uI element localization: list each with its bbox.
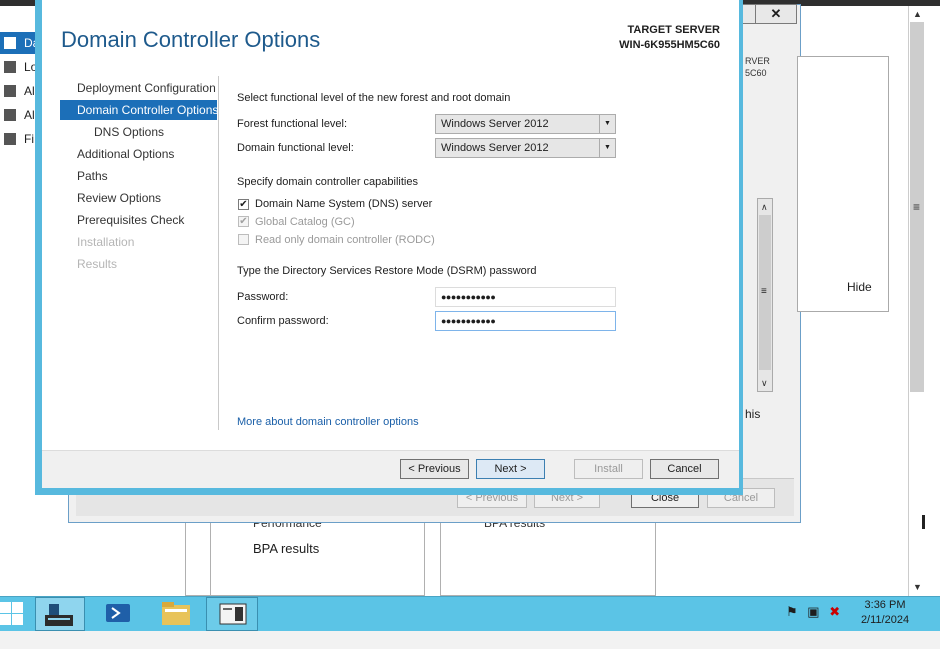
rodc-label: Read only domain controller (RODC) — [255, 234, 435, 246]
confirm-password-label: Confirm password: — [237, 315, 329, 327]
dsrm-heading: Type the Directory Services Restore Mode… — [237, 265, 537, 277]
back-scroll-down-icon[interactable]: ∨ — [761, 378, 768, 389]
nav-item-all-servers[interactable]: Al — [0, 80, 40, 102]
powershell-icon[interactable] — [92, 597, 144, 631]
forest-level-select[interactable]: Windows Server 2012 ▼ — [435, 114, 616, 134]
window-edge — [926, 6, 940, 596]
back-dialog-maximize-button[interactable] — [742, 4, 756, 24]
scroll-down-icon[interactable]: ▼ — [913, 582, 922, 592]
global-catalog-label: Global Catalog (GC) — [255, 216, 355, 228]
network-icon[interactable]: ▣ — [807, 604, 819, 619]
back-dialog-close-button[interactable]: ✕ — [755, 4, 797, 24]
cancel-button[interactable]: Cancel — [650, 459, 719, 479]
chevron-down-icon[interactable]: ▼ — [599, 139, 615, 157]
dns-server-checkbox[interactable]: ✔ — [238, 199, 249, 210]
wizard-nav-additional-options[interactable]: Additional Options — [77, 144, 174, 164]
server-manager-icon[interactable] — [35, 597, 85, 631]
wizard-nav-dns-options[interactable]: DNS Options — [94, 122, 164, 142]
target-server-label: TARGET SERVER — [627, 24, 721, 36]
back-scroll-grip-icon: ≡ — [761, 286, 767, 297]
start-icon[interactable] — [0, 598, 30, 630]
wizard-nav-prerequisites-check[interactable]: Prerequisites Check — [77, 210, 184, 230]
more-about-dc-options-link[interactable]: More about domain controller options — [237, 416, 419, 428]
tile-role-2 — [440, 515, 656, 596]
tile-bpa-results-label[interactable]: BPA results — [253, 541, 319, 556]
install-button: Install — [574, 459, 643, 479]
scroll-grip-icon: ≡ — [913, 200, 921, 214]
password-label: Password: — [237, 291, 289, 303]
domain-level-select[interactable]: Windows Server 2012 ▼ — [435, 138, 616, 158]
page-title: Domain Controller Options — [61, 27, 321, 52]
dns-server-label[interactable]: Domain Name System (DNS) server — [255, 198, 432, 210]
wizard-nav-paths[interactable]: Paths — [77, 166, 108, 186]
file-explorer-icon[interactable] — [150, 597, 202, 631]
forest-level-label: Forest functional level: — [237, 118, 348, 130]
capabilities-heading: Specify domain controller capabilities — [237, 176, 418, 188]
nav-item-file[interactable]: Fi — [0, 128, 40, 150]
nav-item-ad[interactable]: Al — [0, 104, 40, 126]
wizard-nav-results: Results — [77, 257, 118, 271]
system-tray: ⚑ ▣ ✖ — [786, 604, 840, 620]
confirm-password-field[interactable]: ●●●●●●●●●●● — [435, 311, 616, 331]
server-manager-nav: Da Lo Al Al Fi — [0, 6, 40, 596]
edge-marker — [922, 515, 925, 529]
all-servers-icon — [4, 85, 16, 97]
nav-divider — [218, 76, 219, 430]
functional-level-heading: Select functional level of the new fores… — [237, 92, 511, 104]
previous-button[interactable]: < Previous — [400, 459, 469, 479]
ad-icon — [4, 109, 16, 121]
back-scroll-up-icon[interactable]: ∧ — [761, 202, 768, 213]
clock-date[interactable]: 2/11/2024 — [850, 614, 920, 626]
volume-muted-icon[interactable]: ✖ — [829, 604, 840, 619]
back-dialog-text-fragment: his — [745, 407, 761, 421]
scroll-up-icon[interactable]: ▲ — [913, 9, 922, 19]
wizard-nav-deployment-configuration[interactable]: Deployment Configuration — [77, 78, 216, 98]
nav-item-dashboard[interactable]: Da — [0, 32, 40, 54]
wizard-nav-domain-controller-options[interactable]: Domain Controller Options — [60, 100, 218, 120]
next-button[interactable]: Next > — [476, 459, 545, 479]
back-dialog-hide-link[interactable]: Hide — [847, 280, 872, 294]
nav-item-local-server[interactable]: Lo — [0, 56, 40, 78]
file-services-icon — [4, 133, 16, 145]
rodc-checkbox — [238, 234, 249, 245]
screen-bottom-strip — [0, 631, 940, 649]
wizard-nav-installation: Installation — [77, 235, 135, 249]
global-catalog-checkbox: ✔ — [238, 216, 249, 227]
wizard-nav-review-options[interactable]: Review Options — [77, 188, 161, 208]
back-dialog-target-server: RVER 5C60 — [745, 56, 770, 78]
domain-level-label: Domain functional level: — [237, 142, 354, 154]
dashboard-icon — [4, 37, 16, 49]
flag-icon[interactable]: ⚑ — [786, 604, 798, 619]
local-server-icon — [4, 61, 16, 73]
chevron-down-icon[interactable]: ▼ — [599, 115, 615, 133]
ad-admin-center-icon[interactable] — [206, 597, 258, 631]
clock-time[interactable]: 3:36 PM — [850, 599, 920, 611]
back-dialog-notification-panel — [797, 56, 889, 312]
target-server-name: WIN-6K955HM5C60 — [619, 39, 720, 51]
password-field[interactable]: ●●●●●●●●●●● — [435, 287, 616, 307]
